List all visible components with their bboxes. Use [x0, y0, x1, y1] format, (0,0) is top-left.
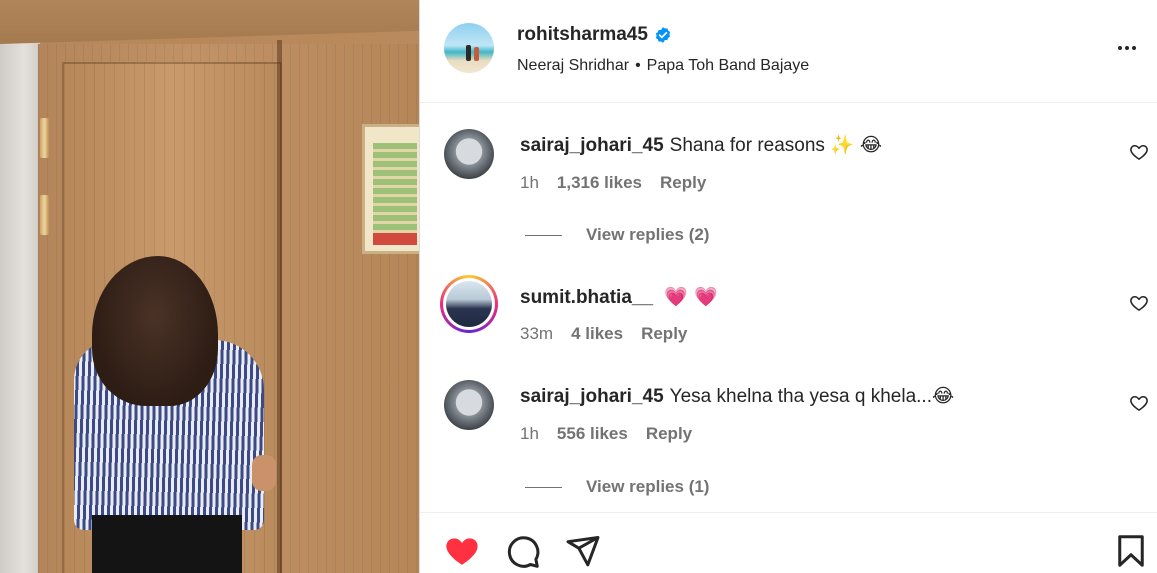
audio-separator: • — [635, 57, 641, 74]
comment-time[interactable]: 1h — [520, 173, 539, 193]
post-media[interactable] — [0, 0, 419, 573]
comment-emoji: ✨ 😂 — [830, 134, 883, 156]
bookmark-icon[interactable] — [1113, 533, 1149, 569]
author-avatar[interactable] — [444, 23, 494, 73]
comment-likes[interactable]: 556 likes — [557, 424, 628, 444]
reply-button[interactable]: Reply — [641, 324, 687, 344]
view-replies-label: View replies (2) — [586, 225, 710, 244]
view-replies-dash — [525, 486, 562, 488]
media-wall — [0, 40, 40, 573]
audio-artist: Neeraj Shridhar — [517, 57, 630, 74]
view-replies-button[interactable]: View replies (1) — [525, 477, 709, 497]
share-icon[interactable] — [565, 533, 601, 569]
comment-username[interactable]: sumit.bhatia__ — [520, 287, 653, 308]
verified-badge-icon — [655, 27, 671, 43]
post-sidebar: rohitsharma45 Neeraj Shridhar • Papa Toh B… — [420, 0, 1157, 573]
commenter-avatar[interactable] — [444, 129, 494, 179]
comment-username[interactable]: sairaj_johari_45 — [520, 135, 664, 156]
comment-meta: 33m 4 likes Reply — [520, 324, 687, 344]
comment-username[interactable]: sairaj_johari_45 — [520, 386, 664, 407]
comment-like-icon[interactable] — [1129, 293, 1149, 313]
media-hinge — [40, 195, 49, 235]
comment-likes[interactable]: 4 likes — [571, 324, 623, 344]
view-replies-button[interactable]: View replies (2) — [525, 225, 709, 245]
comment-meta: 1h 1,316 likes Reply — [520, 173, 706, 193]
reply-button[interactable]: Reply — [646, 424, 692, 444]
media-person-hand — [252, 455, 276, 491]
media-person-pants — [92, 515, 242, 573]
comment-likes[interactable]: 1,316 likes — [557, 173, 642, 193]
more-options-icon[interactable] — [1112, 36, 1142, 60]
commenter-avatar[interactable] — [440, 275, 498, 333]
audio-track: Papa Toh Band Bajaye — [646, 57, 810, 74]
comment-body: sairaj_johari_45 Shana for reasons ✨ 😂 — [520, 133, 882, 157]
commenter-avatar[interactable] — [444, 380, 494, 430]
comments-list[interactable]: sairaj_johari_45 Shana for reasons ✨ 😂 1h… — [420, 104, 1157, 512]
view-replies-dash — [525, 234, 562, 236]
media-hinge — [40, 118, 49, 158]
comment-time[interactable]: 33m — [520, 324, 553, 344]
comment-like-icon[interactable] — [1129, 393, 1149, 413]
author-username[interactable]: rohitsharma45 — [517, 24, 648, 46]
audio-info[interactable]: Neeraj Shridhar • Papa Toh Band Bajaye — [517, 57, 809, 75]
comment-text: Shana for reasons — [669, 135, 825, 156]
view-replies-label: View replies (1) — [586, 477, 710, 496]
reply-button[interactable]: Reply — [660, 173, 706, 193]
comment-emoji: 💗 💗 — [664, 286, 718, 308]
comment-like-icon[interactable] — [1129, 142, 1149, 162]
comment-meta: 1h 556 likes Reply — [520, 424, 692, 444]
media-ceiling — [0, 0, 419, 44]
media-person-hair — [92, 256, 218, 406]
heart-filled-icon[interactable] — [444, 533, 480, 569]
post-header: rohitsharma45 Neeraj Shridhar • Papa Toh B… — [420, 0, 1157, 103]
media-evacuation-sign — [362, 124, 419, 254]
comment-time[interactable]: 1h — [520, 424, 539, 444]
author-username-row: rohitsharma45 — [517, 24, 672, 46]
action-bar — [420, 512, 1157, 573]
comment-icon[interactable] — [505, 533, 541, 569]
comment-body: sairaj_johari_45 Yesa khelna tha yesa q k… — [520, 385, 954, 408]
comment-emoji: 😂 — [931, 385, 955, 407]
media-door-gap — [277, 40, 282, 573]
comment-body: sumit.bhatia__ 💗 💗 — [520, 285, 718, 309]
comment-text: Yesa khelna tha yesa q khela... — [669, 386, 932, 407]
